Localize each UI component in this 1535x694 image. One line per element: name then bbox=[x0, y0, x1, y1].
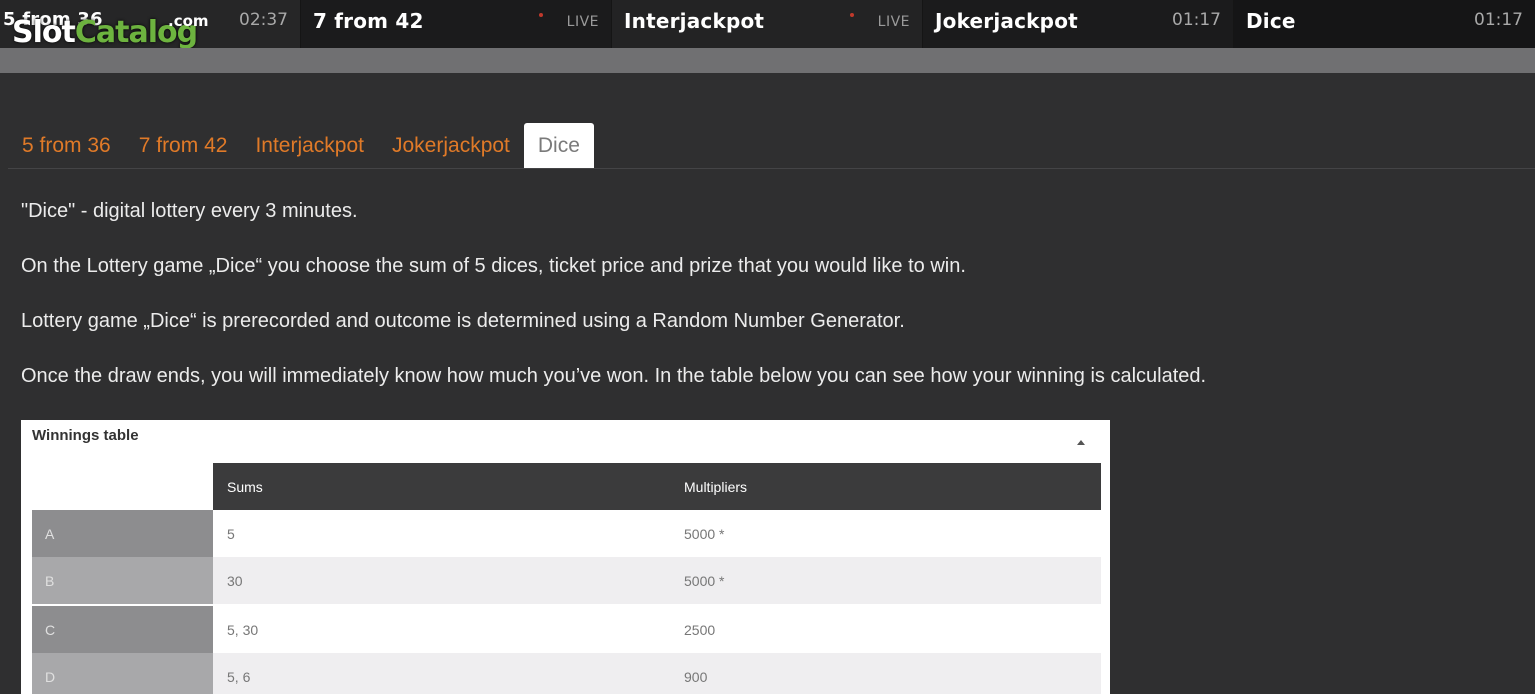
description-paragraph-3: Lottery game „Dice“ is prerecorded and o… bbox=[21, 310, 905, 332]
ticker-live-label: LIVE bbox=[877, 14, 910, 30]
row-letter: D bbox=[45, 669, 56, 685]
row-letter: A bbox=[45, 526, 55, 542]
row-multiplier: 5000 * bbox=[684, 526, 725, 542]
row-letter: C bbox=[45, 622, 56, 638]
table-row: B 30 5000 * bbox=[32, 557, 1101, 604]
tab-5-from-36[interactable]: 5 from 36 bbox=[8, 123, 125, 169]
row-letter-cell: C bbox=[32, 606, 213, 653]
winnings-table-title: Winnings table bbox=[32, 427, 139, 444]
game-tabs: 5 from 36 7 from 42 Interjackpot Jokerja… bbox=[8, 123, 594, 169]
description-paragraph-1: "Dice" - digital lottery every 3 minutes… bbox=[21, 200, 358, 222]
tab-7-from-42[interactable]: 7 from 42 bbox=[125, 123, 242, 169]
row-cells: 30 5000 * bbox=[213, 557, 1101, 604]
table-row: C 5, 30 2500 bbox=[32, 606, 1101, 653]
ticker-item-7-from-42[interactable]: 7 from 42 LIVE bbox=[301, 0, 612, 48]
header-divider-strip bbox=[0, 48, 1535, 73]
collapse-caret-icon[interactable] bbox=[1077, 440, 1085, 445]
row-sums: 5, 6 bbox=[227, 669, 251, 685]
live-dot-icon bbox=[539, 13, 543, 17]
winnings-table: Winnings table Sums Multipliers A 5 5000… bbox=[21, 420, 1110, 694]
row-letter-cell: D bbox=[32, 653, 213, 694]
ticker-countdown: 01:17 bbox=[1474, 10, 1523, 30]
logo-slot-text: Slot bbox=[12, 15, 76, 50]
draw-ticker-bar: 5 from 36 02:37 7 from 42 LIVE Interjack… bbox=[0, 0, 1535, 48]
header-sums: Sums bbox=[227, 479, 263, 495]
row-sums: 30 bbox=[227, 573, 243, 589]
description-paragraph-2: On the Lottery game „Dice“ you choose th… bbox=[21, 255, 966, 277]
header-multipliers: Multipliers bbox=[684, 479, 748, 495]
row-letter-cell: A bbox=[32, 510, 213, 557]
ticker-countdown: 01:17 bbox=[1172, 10, 1221, 30]
row-sums: 5, 30 bbox=[227, 622, 259, 638]
tab-interjackpot[interactable]: Interjackpot bbox=[241, 123, 378, 169]
table-row: A 5 5000 * bbox=[32, 510, 1101, 557]
ticker-game-name: Jokerjackpot bbox=[935, 9, 1078, 33]
game-description: "Dice" - digital lottery every 3 minutes… bbox=[21, 200, 1501, 420]
live-dot-icon bbox=[850, 13, 854, 17]
ticker-game-name: Dice bbox=[1246, 9, 1296, 33]
description-paragraph-4: Once the draw ends, you will immediately… bbox=[21, 365, 1207, 387]
logo-com-text: .com bbox=[168, 12, 209, 30]
row-cells: 5, 6 900 bbox=[213, 653, 1101, 694]
tab-jokerjackpot[interactable]: Jokerjackpot bbox=[378, 123, 524, 169]
winnings-table-header: Sums Multipliers bbox=[213, 463, 1101, 510]
tabs-underline bbox=[8, 168, 1535, 169]
row-letter-cell: B bbox=[32, 557, 213, 604]
row-multiplier: 2500 bbox=[684, 622, 716, 638]
ticker-game-name: 7 from 42 bbox=[313, 9, 424, 33]
ticker-countdown: 02:37 bbox=[239, 10, 288, 30]
row-multiplier: 900 bbox=[684, 669, 708, 685]
row-letter: B bbox=[45, 573, 55, 589]
ticker-item-jokerjackpot[interactable]: Jokerjackpot 01:17 bbox=[923, 0, 1234, 48]
ticker-live-label: LIVE bbox=[566, 14, 599, 30]
row-sums: 5 bbox=[227, 526, 235, 542]
row-cells: 5, 30 2500 bbox=[213, 606, 1101, 653]
tab-dice[interactable]: Dice bbox=[523, 123, 594, 169]
ticker-item-dice[interactable]: Dice 01:17 bbox=[1234, 0, 1535, 48]
ticker-item-interjackpot[interactable]: Interjackpot LIVE bbox=[612, 0, 923, 48]
table-row: D 5, 6 900 bbox=[32, 653, 1101, 694]
row-multiplier: 5000 * bbox=[684, 573, 725, 589]
row-cells: 5 5000 * bbox=[213, 510, 1101, 557]
ticker-game-name: Interjackpot bbox=[624, 9, 765, 33]
